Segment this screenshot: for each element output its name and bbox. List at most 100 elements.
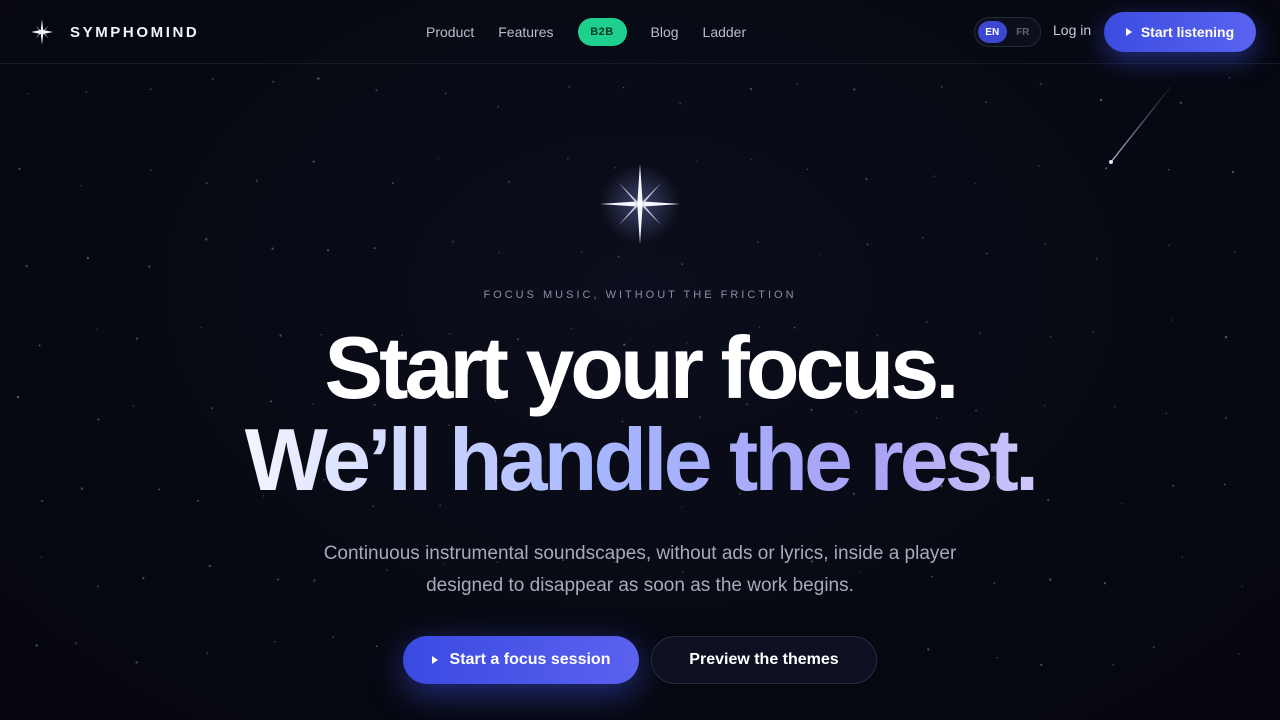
background-star-dot [1040,663,1043,666]
background-star-dot [695,160,698,162]
language-toggle: EN FR [974,17,1041,47]
hero-headline-line2: We’ll handle the rest. [244,410,1040,509]
shooting-star-icon [1109,79,1177,164]
background-star-dot [1112,664,1115,666]
background-star-dot [1049,578,1052,581]
start-focus-session-label: Start a focus session [449,651,611,668]
background-star-dot [1168,244,1171,247]
nav-item-features[interactable]: Features [486,24,565,40]
background-star-dot [255,179,259,183]
hero-headline-line2-wrapper: We’ll handle the rest. [0,414,1280,506]
background-star-dot [1241,585,1244,588]
background-star-dot [1037,165,1040,167]
background-star-dot [74,642,78,645]
background-star-dot [274,641,276,643]
start-listening-label: Start listening [1140,24,1235,40]
background-star-dot [25,264,29,268]
background-star-dot [679,102,682,105]
background-star-dot [974,182,977,185]
main-nav: Product Features B2B Blog Ladder [414,17,758,47]
background-star-dot [391,182,394,184]
background-star-dot [208,564,211,568]
background-star-dot [375,89,378,92]
background-star-dot [497,105,500,108]
background-star-dot [996,657,998,659]
background-star-dot [985,252,988,255]
background-star-dot [940,85,943,88]
background-star-dot [204,238,208,241]
background-star-dot [96,585,100,588]
background-star-dot [1238,653,1240,655]
background-star-dot [1181,556,1184,558]
background-star-dot [865,178,868,181]
language-option-en[interactable]: EN [978,21,1007,43]
start-listening-button[interactable]: Start listening [1104,12,1256,52]
background-star-dot [581,251,583,254]
nav-item-ladder[interactable]: Ladder [691,24,759,40]
background-star-dot [149,169,152,171]
background-star-dot [796,82,799,85]
background-star-dot [1231,170,1235,174]
background-star-dot [272,80,275,83]
background-star-dot [681,263,684,266]
login-link[interactable]: Log in [1053,22,1091,38]
background-star-dot [18,167,21,170]
preview-themes-button[interactable]: Preview the themes [651,636,877,684]
brand-logo[interactable]: SYMPHOMIND [30,18,199,46]
background-star-dot [568,86,571,88]
background-star-dot [806,168,809,171]
background-star-dot [35,644,38,647]
background-star-dot [312,160,315,163]
background-star-dot [617,255,620,258]
background-star-dot [853,88,856,91]
background-star-dot [749,87,753,91]
background-star-dot [566,157,569,160]
background-star-dot [1103,582,1107,585]
nav-item-blog[interactable]: Blog [639,24,691,40]
background-star-dot [326,249,330,252]
background-star-dot [142,577,145,580]
background-star-dot [1170,319,1173,321]
background-star-dot [819,253,821,255]
language-option-fr[interactable]: FR [1009,21,1038,43]
background-star-dot [437,157,439,159]
background-star-dot [507,180,511,184]
background-star-dot [1039,82,1043,86]
start-focus-session-button[interactable]: Start a focus session [403,636,639,684]
background-star-dot [148,265,151,268]
landing-page: SYMPHOMIND Product Features B2B Blog Lad… [0,0,1280,720]
background-star-dot [922,237,924,239]
nav-item-b2b-badge[interactable]: B2B [577,18,627,46]
background-star-dot [1044,242,1047,245]
preview-themes-label: Preview the themes [689,651,839,668]
hero-headline-line1: Start your focus. [324,318,959,417]
background-star-dot [622,86,625,89]
background-star-dot [444,92,447,95]
background-star-dot [498,251,500,254]
background-star-dot [866,243,869,246]
background-star-dot [205,651,209,655]
nav-item-product[interactable]: Product [414,24,486,40]
background-star-dot [332,636,334,638]
background-star-dot [927,648,930,651]
background-star-dot [211,78,214,81]
background-star-dot [985,101,988,104]
hero-subtitle: Continuous instrumental soundscapes, wit… [323,543,957,596]
background-star-dot [933,175,936,178]
play-icon [1125,28,1132,36]
background-star-dot [750,158,753,161]
background-star-dot [373,247,376,250]
background-star-dot [271,247,274,250]
background-star-dot [205,182,208,185]
background-star-dot [1228,76,1231,79]
background-star-dot [756,241,759,244]
background-star-dot [80,185,82,187]
background-star-dot [1095,257,1099,261]
brand-name: SYMPHOMIND [70,23,200,41]
background-star-dot [1234,250,1236,253]
compass-star-icon [600,164,680,244]
background-star-dot [276,578,280,581]
background-star-dot [993,582,996,585]
background-star-dot [1152,646,1155,649]
background-star-dot [135,661,138,664]
